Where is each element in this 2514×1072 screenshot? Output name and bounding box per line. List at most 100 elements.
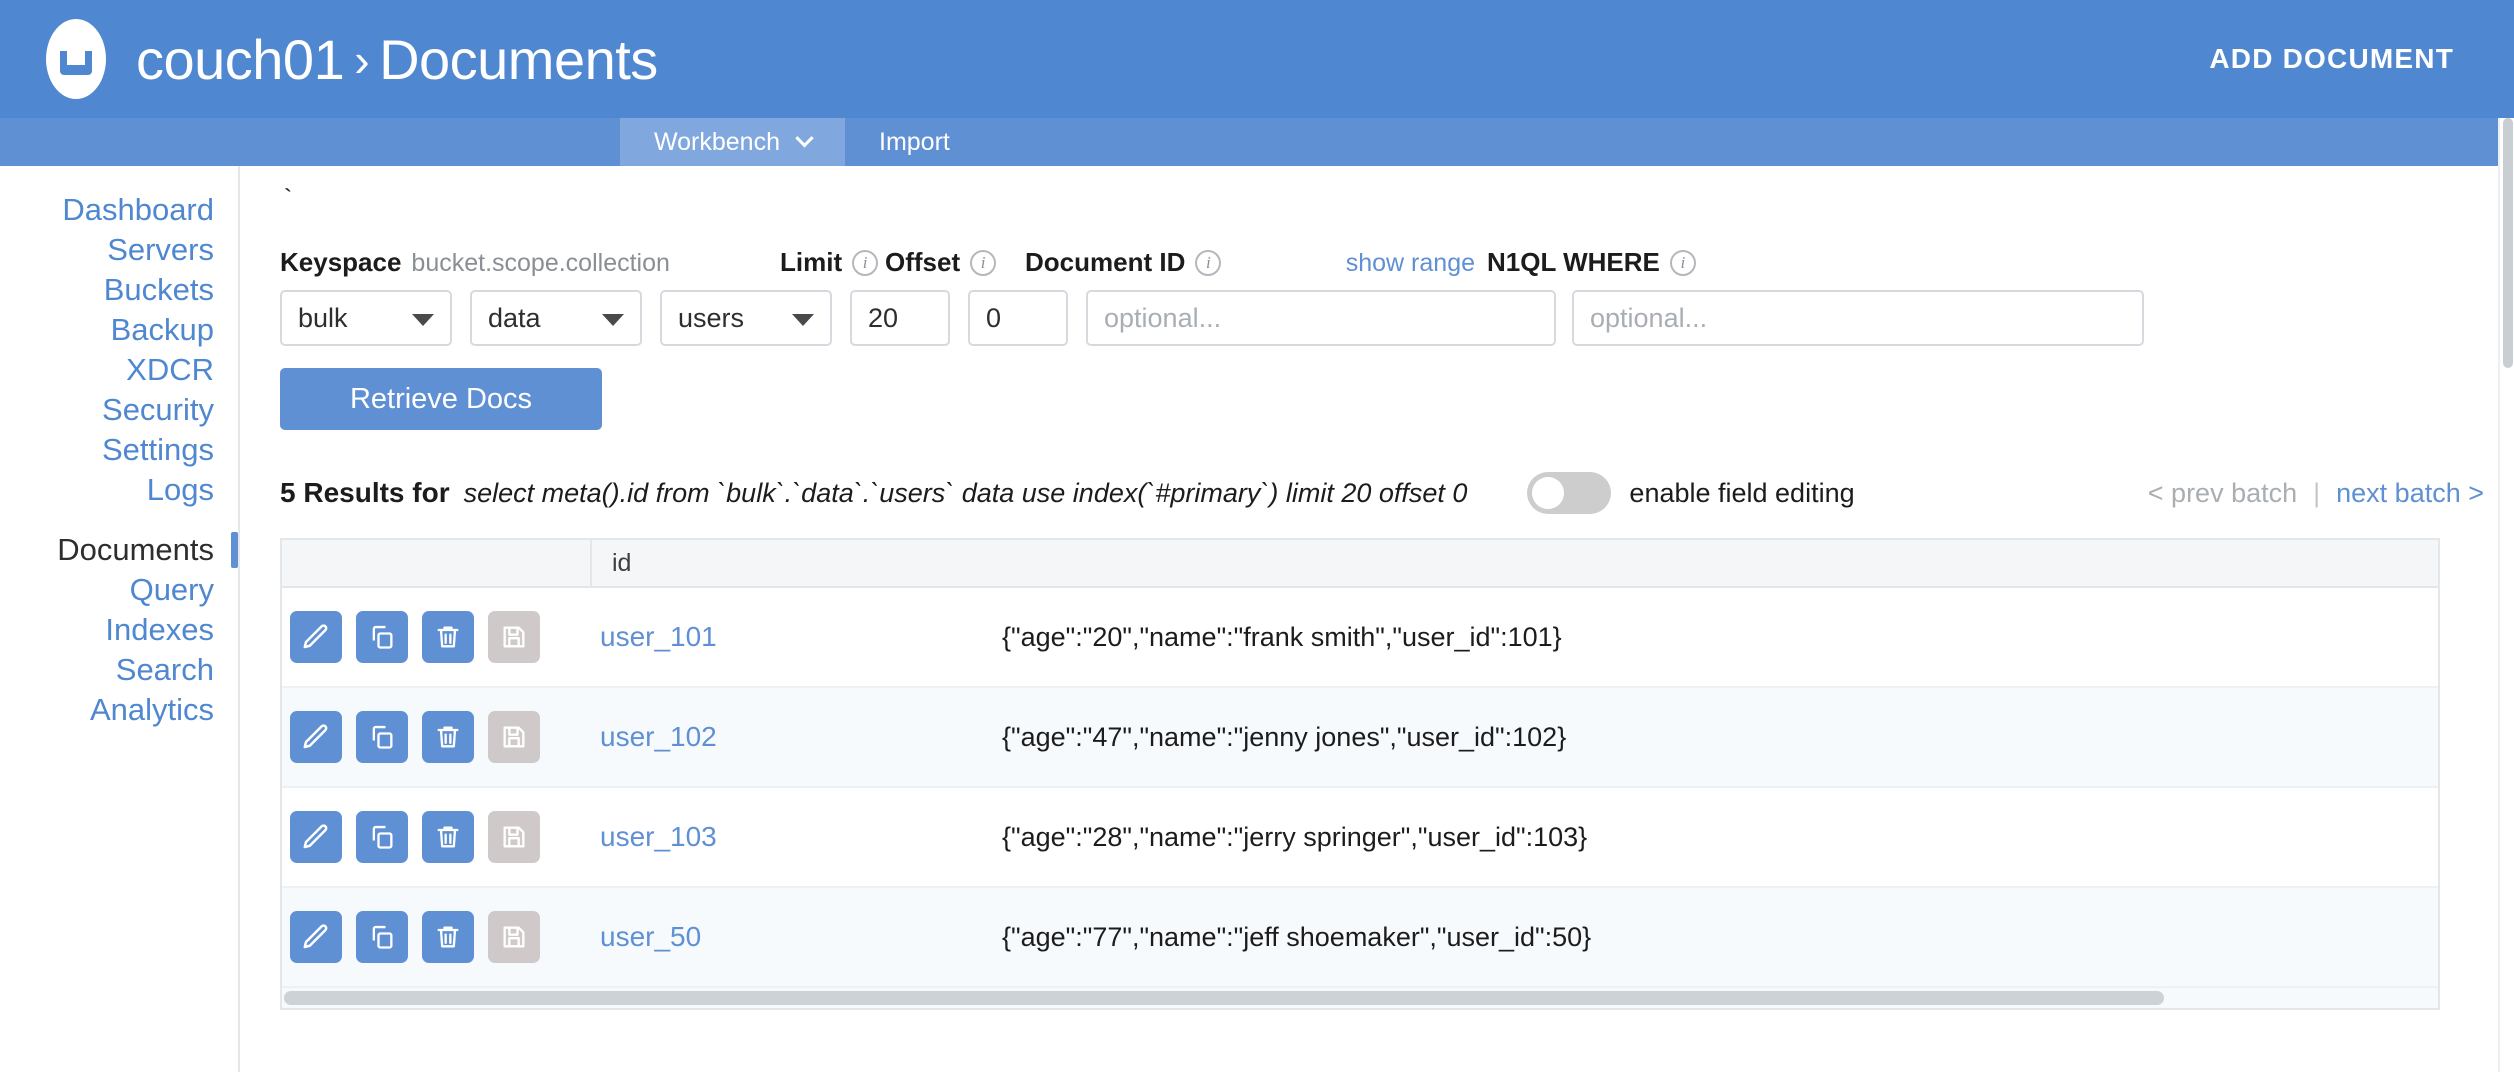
n1ql-where-placeholder: optional...: [1590, 303, 1707, 334]
row-actions: [282, 611, 592, 663]
sidebar-item-logs[interactable]: Logs: [0, 470, 238, 510]
sidebar-item-servers[interactable]: Servers: [0, 230, 238, 270]
copy-button[interactable]: [356, 711, 408, 763]
document-id-placeholder: optional...: [1104, 303, 1221, 334]
scrollbar-thumb[interactable]: [284, 991, 2164, 1005]
table-row: user_103 {"age":"28","name":"jerry sprin…: [282, 788, 2438, 888]
sidebar-item-label: Search: [116, 652, 214, 687]
tab-import-label: Import: [879, 128, 950, 157]
offset-label: Offset: [885, 247, 960, 278]
document-json: {"age":"20","name":"frank smith","user_i…: [992, 622, 2438, 653]
bucket-select-value: bulk: [298, 303, 348, 334]
sidebar-item-dashboard[interactable]: Dashboard: [0, 190, 238, 230]
info-icon[interactable]: i: [852, 250, 878, 276]
delete-button[interactable]: [422, 911, 474, 963]
copy-button[interactable]: [356, 611, 408, 663]
row-actions: [282, 911, 592, 963]
sidebar-item-documents[interactable]: Documents: [0, 530, 238, 570]
tab-import[interactable]: Import: [845, 118, 984, 166]
sidebar-item-security[interactable]: Security: [0, 390, 238, 430]
next-batch-link[interactable]: next batch >: [2336, 478, 2484, 509]
sidebar-item-xdcr[interactable]: XDCR: [0, 350, 238, 390]
sidebar-item-buckets[interactable]: Buckets: [0, 270, 238, 310]
copy-button[interactable]: [356, 811, 408, 863]
document-id-input[interactable]: optional...: [1086, 290, 1556, 346]
main-content: ` Keyspace bucket.scope.collection Limit…: [238, 166, 2514, 1072]
sidebar: Dashboard Servers Buckets Backup XDCR Se…: [0, 166, 238, 1072]
sidebar-item-indexes[interactable]: Indexes: [0, 610, 238, 650]
batch-navigation: < prev batch | next batch >: [2148, 478, 2514, 509]
limit-label: Limit: [780, 247, 842, 278]
bucket-select[interactable]: bulk: [280, 290, 452, 346]
row-actions: [282, 711, 592, 763]
offset-input[interactable]: 0: [968, 290, 1068, 346]
offset-input-value: 0: [986, 303, 1001, 334]
delete-button[interactable]: [422, 711, 474, 763]
sidebar-divider: [0, 510, 238, 530]
copy-button[interactable]: [356, 911, 408, 963]
scrollbar-thumb[interactable]: [2503, 118, 2513, 368]
delete-button[interactable]: [422, 811, 474, 863]
collection-select-value: users: [678, 303, 744, 334]
couchbase-logo-icon: [32, 15, 120, 103]
sidebar-item-backup[interactable]: Backup: [0, 310, 238, 350]
secondary-tab-bar: Workbench Import: [0, 118, 2514, 166]
sidebar-item-settings[interactable]: Settings: [0, 430, 238, 470]
n1ql-where-label: N1QL WHERE: [1487, 247, 1660, 278]
document-id-link[interactable]: user_50: [592, 921, 992, 953]
sidebar-item-query[interactable]: Query: [0, 570, 238, 610]
page-vertical-scrollbar[interactable]: [2498, 118, 2514, 1072]
edit-button[interactable]: [290, 811, 342, 863]
info-icon[interactable]: i: [1195, 250, 1221, 276]
document-json: {"age":"77","name":"jeff shoemaker","use…: [992, 922, 2438, 953]
sidebar-item-label: Analytics: [90, 692, 214, 727]
delete-button[interactable]: [422, 611, 474, 663]
save-button: [488, 611, 540, 663]
save-button: [488, 911, 540, 963]
show-range-link[interactable]: show range: [1346, 249, 1475, 278]
document-id-link[interactable]: user_103: [592, 821, 992, 853]
row-actions: [282, 811, 592, 863]
table-header-actions: [282, 540, 592, 586]
document-id-link[interactable]: user_101: [592, 621, 992, 653]
scope-select[interactable]: data: [470, 290, 642, 346]
sidebar-item-label: XDCR: [126, 352, 214, 387]
edit-button[interactable]: [290, 711, 342, 763]
limit-input[interactable]: 20: [850, 290, 950, 346]
document-json: {"age":"47","name":"jenny jones","user_i…: [992, 722, 2438, 753]
save-button: [488, 711, 540, 763]
table-header-id: id: [592, 541, 2438, 585]
document-id-link[interactable]: user_102: [592, 721, 992, 753]
breadcrumb-cluster[interactable]: couch01: [136, 28, 344, 91]
tab-workbench-label: Workbench: [654, 128, 780, 157]
breadcrumb-separator: ›: [354, 34, 369, 86]
table-horizontal-scrollbar[interactable]: [280, 988, 2440, 1010]
n1ql-where-input[interactable]: optional...: [1572, 290, 2144, 346]
table-row: user_102 {"age":"47","name":"jenny jones…: [282, 688, 2438, 788]
query-form-fields: bulk data users 20 0 optional... optiona…: [280, 290, 2514, 346]
breadcrumb: couch01›Documents: [136, 27, 658, 92]
sidebar-item-label: Servers: [107, 232, 214, 267]
add-document-button[interactable]: ADD DOCUMENT: [2209, 43, 2454, 75]
sidebar-item-analytics[interactable]: Analytics: [0, 690, 238, 730]
info-icon[interactable]: i: [970, 250, 996, 276]
enable-field-editing-toggle[interactable]: [1527, 472, 1611, 514]
sidebar-item-label: Documents: [57, 532, 214, 567]
sidebar-item-search[interactable]: Search: [0, 650, 238, 690]
prev-batch-link[interactable]: < prev batch: [2148, 478, 2297, 509]
breadcrumb-section: Documents: [379, 28, 658, 91]
collection-select[interactable]: users: [660, 290, 832, 346]
chevron-down-icon: [792, 314, 814, 326]
edit-button[interactable]: [290, 911, 342, 963]
scope-select-value: data: [488, 303, 541, 334]
batch-separator: |: [2313, 478, 2320, 509]
tab-workbench[interactable]: Workbench: [620, 118, 845, 166]
sidebar-item-label: Buckets: [104, 272, 214, 307]
retrieve-docs-button[interactable]: Retrieve Docs: [280, 368, 602, 430]
info-icon[interactable]: i: [1670, 250, 1696, 276]
sidebar-item-label: Backup: [111, 312, 214, 347]
document-id-label: Document ID: [1025, 247, 1185, 278]
query-form-labels: Keyspace bucket.scope.collection Limit i…: [280, 244, 2514, 278]
edit-button[interactable]: [290, 611, 342, 663]
sidebar-item-label: Settings: [102, 432, 214, 467]
